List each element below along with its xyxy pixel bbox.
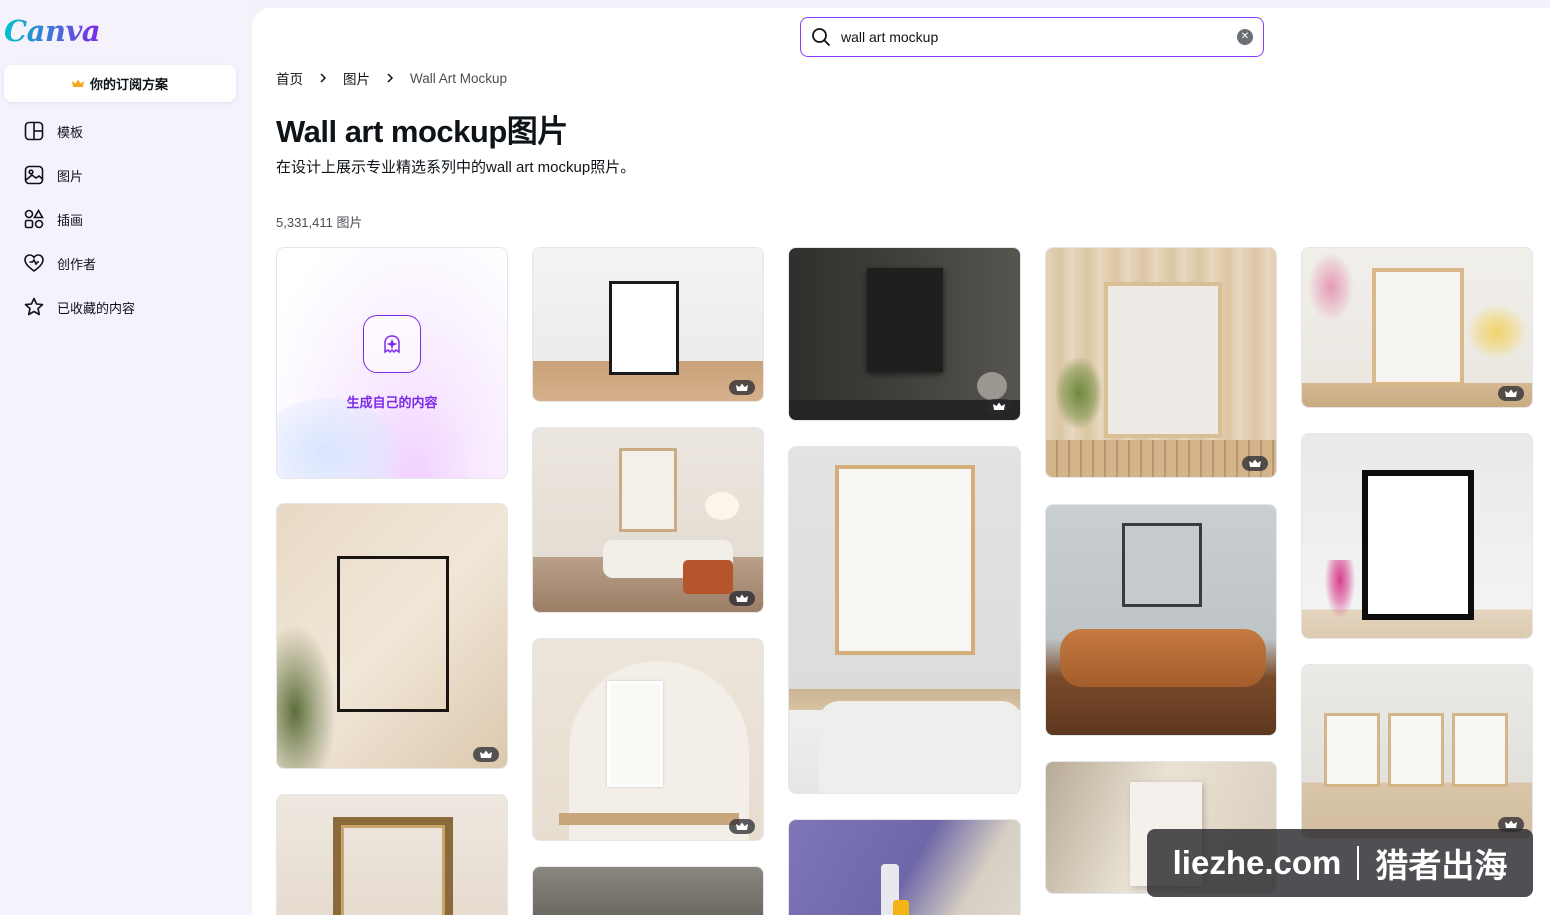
image-tile[interactable] (276, 794, 508, 915)
crown-icon (1505, 820, 1517, 828)
sidebar-item-templates[interactable]: 模板 (0, 109, 252, 153)
mockup-frame (333, 817, 453, 915)
mockup-frame (609, 281, 679, 375)
mockup-frame (1324, 713, 1380, 787)
roller-handle (893, 900, 909, 915)
generate-content-tile[interactable]: 生成自己的内容 (276, 247, 508, 479)
flowers-right (1466, 304, 1528, 360)
template-icon (24, 121, 44, 141)
leather-sofa (1060, 629, 1266, 687)
premium-badge (986, 399, 1012, 414)
clear-search-icon[interactable]: ✕ (1237, 29, 1253, 45)
sidebar-item-label: 模板 (57, 124, 84, 140)
sidebar-item-favorites[interactable]: 已收藏的内容 (0, 285, 252, 329)
image-tile[interactable] (1301, 433, 1533, 639)
main-panel: ✕ 首页 图片 Wall Art Mockup Wall art mockup图… (252, 8, 1550, 915)
watermark-divider (1357, 846, 1360, 880)
sidebar: Canva 你的订阅方案 模板 图片 插画 创作者 已收藏的内容 (0, 0, 252, 915)
mockup-frame (337, 556, 449, 712)
mockup-frame (619, 448, 677, 532)
mockup-frame (1372, 268, 1464, 386)
image-tile[interactable] (276, 503, 508, 769)
shelf (559, 813, 739, 825)
sidebar-item-label: 已收藏的内容 (57, 300, 136, 316)
breadcrumb-photos[interactable]: 图片 (343, 68, 370, 88)
image-tile[interactable] (532, 427, 764, 613)
crown-icon (993, 402, 1005, 410)
crown-icon (736, 383, 748, 391)
chevron-right-icon (387, 73, 394, 83)
premium-badge (473, 747, 499, 762)
watermark-brand: 猎者出海 (1375, 847, 1508, 884)
sidebar-item-label: 创作者 (57, 256, 97, 272)
mockup-frame (1452, 713, 1508, 787)
mockup-frame (867, 268, 943, 372)
sidebar-item-label: 图片 (57, 168, 84, 184)
heart-icon (24, 254, 44, 273)
flowers-left (1308, 252, 1354, 322)
breadcrumb-current: Wall Art Mockup (410, 70, 508, 86)
image-tile[interactable] (788, 446, 1021, 794)
image-tile[interactable] (1301, 247, 1533, 408)
plant-shadow (277, 624, 337, 768)
mockup-frame (1388, 713, 1444, 787)
subscription-plan-button[interactable]: 你的订阅方案 (4, 65, 236, 102)
breadcrumb: 首页 图片 Wall Art Mockup (276, 68, 507, 88)
crown-icon (736, 822, 748, 830)
flower-pot (1322, 560, 1358, 626)
generate-content-label: 生成自己的内容 (346, 395, 438, 410)
canva-logo[interactable]: Canva (4, 14, 101, 48)
star-icon (24, 297, 44, 316)
shapes-icon (24, 208, 44, 229)
image-tile[interactable] (1045, 504, 1277, 736)
plant-pot (977, 372, 1007, 400)
image-tile[interactable] (788, 819, 1021, 915)
plan-label: 你的订阅方案 (89, 77, 168, 92)
search-input[interactable] (841, 29, 1237, 45)
chevron-right-icon (320, 73, 327, 83)
image-tile[interactable] (532, 866, 764, 915)
image-tile[interactable] (1045, 247, 1277, 478)
mockup-frame (1122, 523, 1202, 607)
search-icon (812, 28, 831, 47)
image-tile[interactable] (532, 247, 764, 402)
image-tile[interactable] (788, 247, 1021, 421)
premium-badge (1498, 386, 1524, 401)
crown-icon (71, 79, 84, 87)
bed-linen (819, 701, 1020, 793)
magic-generate-icon (363, 315, 421, 373)
mockup-frame (1362, 470, 1474, 620)
sidebar-item-label: 插画 (57, 212, 84, 228)
page-title: Wall art mockup图片 (276, 114, 568, 149)
crown-icon (1249, 459, 1261, 467)
ottoman (683, 560, 733, 594)
sidebar-item-creators[interactable]: 创作者 (0, 241, 252, 285)
premium-badge (1242, 456, 1268, 471)
mockup-frame (607, 681, 663, 787)
sidebar-nav: 模板 图片 插画 创作者 已收藏的内容 (0, 109, 252, 329)
watermark-domain: liezhe.com (1172, 844, 1342, 881)
watermark: liezhe.com 猎者出海 (1147, 829, 1533, 897)
lamp (705, 492, 739, 520)
result-count: 5,331,411 图片 (276, 215, 363, 230)
crown-icon (736, 594, 748, 602)
plant (1056, 358, 1102, 428)
crown-icon (1505, 389, 1517, 397)
image-tile[interactable] (532, 638, 764, 841)
premium-badge (729, 380, 755, 395)
image-tile[interactable] (1301, 664, 1533, 839)
sidebar-item-photos[interactable]: 图片 (0, 153, 252, 197)
premium-badge (729, 591, 755, 606)
premium-badge (729, 819, 755, 834)
mockup-frame (835, 465, 975, 655)
breadcrumb-home[interactable]: 首页 (276, 68, 303, 88)
image-icon (24, 165, 44, 185)
search-bar[interactable]: ✕ (800, 17, 1264, 57)
sidebar-item-illustrations[interactable]: 插画 (0, 197, 252, 241)
mockup-frame (1104, 282, 1222, 438)
crown-icon (480, 750, 492, 758)
page-subtitle: 在设计上展示专业精选系列中的wall art mockup照片。 (276, 159, 636, 176)
